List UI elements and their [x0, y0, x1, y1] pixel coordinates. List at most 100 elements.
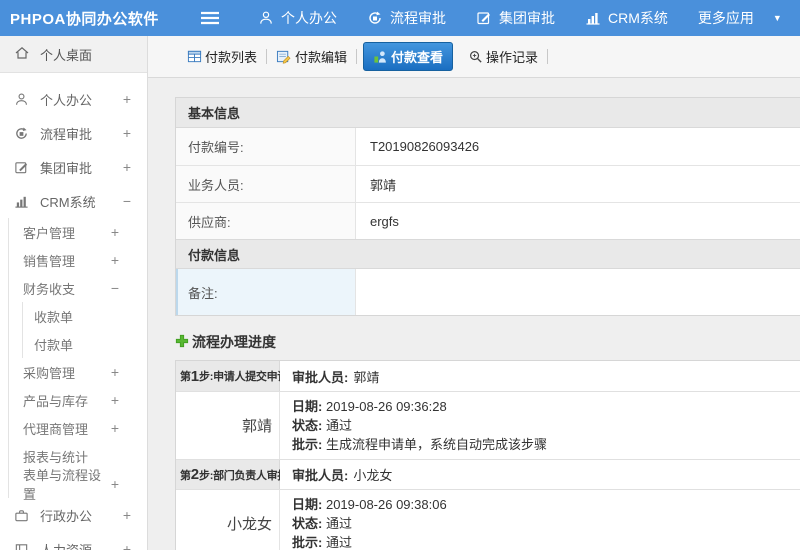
sidebar-item-agent-mgmt[interactable]: 代理商管理 + [9, 414, 147, 442]
topnav-label: 更多应用 [697, 10, 754, 26]
home-icon [14, 45, 30, 64]
field-label: 业务人员: [176, 166, 356, 202]
sidebar-item-purchase-mgmt[interactable]: 采购管理 + [9, 358, 147, 386]
sidebar-item-personal-office[interactable]: 个人办公 + [0, 82, 147, 116]
app-logo: PHPOA协同办公软件 [10, 10, 159, 28]
expand-plus-icon[interactable]: + [123, 125, 131, 141]
sidebar-menu: 个人办公 + 流程审批 + 集团审批 + CRM系统 − 客户管理 + 销售管理… [0, 73, 147, 550]
process-arrow-icon [367, 10, 383, 26]
expand-plus-icon[interactable]: + [123, 91, 131, 107]
caret-down-icon[interactable]: ▼ [773, 13, 782, 23]
expand-plus-icon[interactable]: + [123, 159, 131, 175]
topnav-group-approval[interactable]: 集团审批 [476, 8, 555, 28]
expand-plus-icon[interactable]: + [111, 476, 119, 492]
tab-operation-log[interactable]: 操作记录 [459, 47, 547, 66]
date-label: 日期: [292, 399, 323, 414]
sidebar-item-admin-office[interactable]: 行政办公 + [0, 498, 147, 532]
tab-label: 付款列表 [205, 50, 258, 65]
topnav-process-approval[interactable]: 流程审批 [367, 8, 446, 28]
sidebar-item-finance[interactable]: 财务收支 − [9, 274, 147, 302]
table-icon [187, 49, 202, 64]
step-prefix: 第 [180, 371, 191, 383]
sidebar-item-hr[interactable]: 人力资源 + [0, 532, 147, 550]
approver-label: 审批人员: [292, 369, 349, 385]
bar-chart-icon [14, 194, 30, 209]
sidebar-item-label: 财务收支 [23, 281, 76, 297]
top-navigation: 个人办公 流程审批 集团审批 CRM系统 更多应用 ▼ [258, 8, 782, 28]
expand-plus-icon[interactable]: + [123, 541, 131, 550]
table-row-payment-no: 付款编号: T20190826093426 [176, 128, 800, 165]
sidebar-item-label: 收款单 [34, 309, 74, 325]
expand-plus-icon[interactable]: + [111, 392, 119, 408]
field-value: ergfs [356, 203, 800, 239]
tab-payment-list[interactable]: 付款列表 [178, 47, 266, 66]
collapse-minus-icon[interactable]: − [123, 193, 131, 209]
table-row-remark: 备注: [176, 269, 800, 315]
sidebar-item-crm[interactable]: CRM系统 − [0, 184, 147, 218]
tab-payment-view[interactable]: 付款查看 [363, 42, 454, 71]
sidebar-item-sales-mgmt[interactable]: 销售管理 + [9, 246, 147, 274]
status-label: 状态: [292, 516, 323, 531]
tab-payment-edit[interactable]: 付款编辑 [267, 47, 356, 66]
date-value: 2019-08-26 09:38:06 [325, 497, 447, 512]
field-label: 供应商: [176, 203, 356, 239]
content-area: 基本信息 付款编号: T20190826093426 业务人员: 郭靖 供应商:… [148, 78, 800, 550]
expand-plus-icon[interactable]: + [111, 420, 119, 436]
magnifier-icon [468, 49, 483, 64]
field-value [356, 269, 800, 315]
comment-label: 批示: [292, 535, 323, 550]
sidebar-item-group-approval[interactable]: 集团审批 + [0, 150, 147, 184]
sidebar-item-label: 代理商管理 [23, 421, 89, 437]
expand-plus-icon[interactable]: + [123, 507, 131, 523]
sidebar-item-form-process-settings[interactable]: 表单与流程设置 + [9, 468, 147, 502]
step-detail-info: 日期: 2019-08-26 09:38:06 状态: 通过 批示: 通过 [280, 490, 800, 550]
topnav-more-apps[interactable]: 更多应用 ▼ [698, 8, 782, 28]
date-label: 日期: [292, 497, 323, 512]
comment-label: 批示: [292, 437, 323, 452]
sidebar-item-receipt-form[interactable]: 收款单 [23, 302, 147, 330]
sidebar-item-personal-desktop[interactable]: 个人桌面 [0, 36, 147, 73]
step-title: 第 1 步:申请人提交申请 [176, 361, 288, 391]
sidebar-item-label: 个人桌面 [40, 47, 93, 63]
sidebar-item-customer-mgmt[interactable]: 客户管理 + [9, 218, 147, 246]
step-prefix: 第 [180, 469, 191, 482]
sidebar-item-label: 付款单 [34, 337, 74, 353]
tab-label: 操作记录 [486, 50, 539, 65]
tab-divider [356, 49, 358, 64]
expand-plus-icon[interactable]: + [111, 224, 119, 240]
approver-name: 小龙女 [176, 490, 280, 550]
topnav-personal-office[interactable]: 个人办公 [258, 8, 337, 28]
sidebar-item-label: 产品与库存 [23, 393, 89, 409]
expand-plus-icon[interactable]: + [111, 252, 119, 268]
detail-date-line: 日期: 2019-08-26 09:38:06 [292, 495, 800, 514]
table-row-supplier: 供应商: ergfs [176, 202, 800, 239]
step-detail-info: 日期: 2019-08-26 09:36:28 状态: 通过 批示: 生成流程申… [280, 392, 800, 459]
user-icon [258, 10, 274, 26]
book-icon [14, 542, 30, 550]
sidebar-item-products-inventory[interactable]: 产品与库存 + [9, 386, 147, 414]
process-step-header: 第 1 步:申请人提交申请 审批人员: 郭靖 [176, 361, 800, 391]
expand-plus-icon[interactable]: + [111, 364, 119, 380]
step-title: 第 2 步:部门负责人审批 [176, 460, 288, 489]
sidebar-item-payment-form[interactable]: 付款单 [23, 330, 147, 358]
detail-status-line: 状态: 通过 [292, 514, 800, 533]
sidebar-item-label: 表单与流程设置 [23, 468, 102, 502]
tab-divider [547, 49, 549, 64]
detail-comment-line: 批示: 通过 [292, 533, 800, 550]
step-suffix: 步:申请人提交申请 [199, 371, 289, 383]
sidebar-item-label: 人力资源 [40, 542, 93, 550]
hamburger-icon[interactable] [200, 11, 222, 25]
topnav-label: CRM系统 [608, 10, 668, 26]
collapse-minus-icon[interactable]: − [111, 280, 119, 296]
process-progress-title: 流程办理进度 [192, 334, 276, 350]
topnav-crm[interactable]: CRM系统 [585, 8, 668, 28]
process-step-header: 第 2 步:部门负责人审批 审批人员: 小龙女 [176, 459, 800, 489]
finance-submenu: 收款单 付款单 [22, 302, 147, 358]
process-progress-heading: 流程办理进度 [175, 332, 800, 352]
sidebar-item-label: 报表与统计 [23, 449, 89, 465]
sidebar-item-process-approval[interactable]: 流程审批 + [0, 116, 147, 150]
topnav-label: 集团审批 [499, 10, 555, 26]
tab-bar: 付款列表 付款编辑 付款查看 操作记录 [148, 36, 800, 78]
sidebar: 个人桌面 个人办公 + 流程审批 + 集团审批 + CRM系统 − 客户管理 +… [0, 36, 148, 550]
topnav-label: 个人办公 [281, 10, 337, 26]
